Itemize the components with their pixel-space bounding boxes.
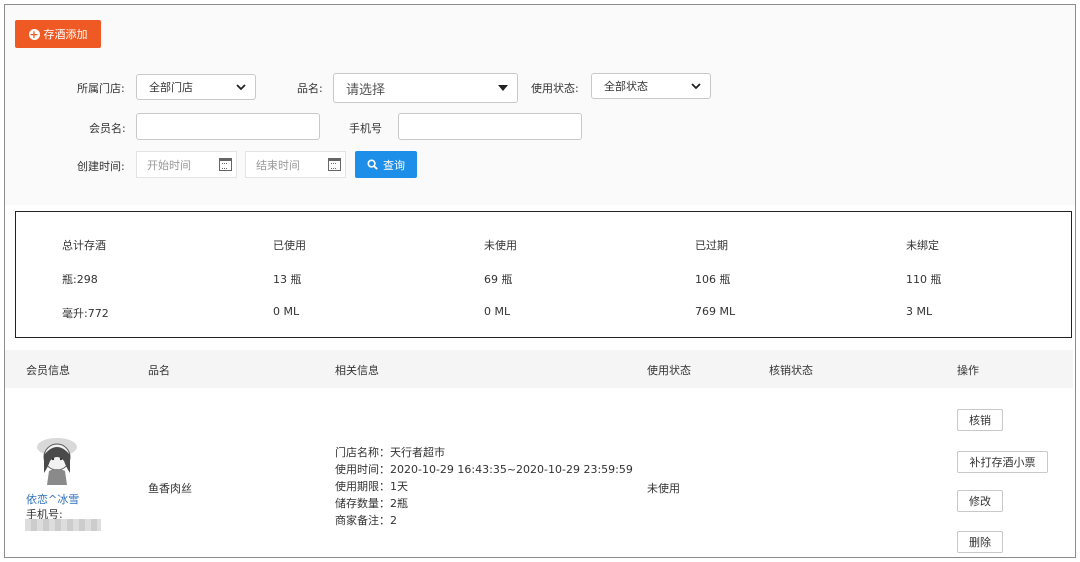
stat-bottles: 瓶:298 xyxy=(62,273,98,286)
col-related-info: 相关信息 xyxy=(335,364,379,377)
reprint-ticket-button[interactable]: 补打存酒小票 xyxy=(957,451,1048,473)
stat-bottles: 69 瓶 xyxy=(484,273,513,286)
product-name: 鱼香肉丝 xyxy=(148,482,192,495)
stat-header: 未绑定 xyxy=(906,239,939,252)
product-select[interactable]: 请选择 xyxy=(333,73,518,103)
delete-button[interactable]: 删除 xyxy=(957,531,1003,553)
store-select-value: 全部门店 xyxy=(149,81,193,94)
app-frame: + 存酒添加 所属门店: 全部门店 品名: 请选择 使用状态: 全部状态 会员名… xyxy=(4,4,1076,558)
query-button[interactable]: 查询 xyxy=(355,151,417,178)
product-label: 品名: xyxy=(297,82,323,95)
chevron-down-icon xyxy=(691,83,701,90)
col-usage-status: 使用状态 xyxy=(647,364,691,377)
phone-label: 手机号 xyxy=(349,122,382,135)
calendar-icon[interactable] xyxy=(219,158,232,171)
col-member-info: 会员信息 xyxy=(26,364,70,377)
col-product: 品名 xyxy=(148,364,170,377)
info-quantity: 储存数量：2瓶 xyxy=(335,497,408,510)
member-name-label: 会员名: xyxy=(89,122,126,135)
start-date-placeholder: 开始时间 xyxy=(147,158,191,172)
stat-ml: 0 ML xyxy=(484,305,511,318)
col-verify-status: 核销状态 xyxy=(769,364,813,377)
stat-header: 未使用 xyxy=(484,239,517,252)
table-row: 依恋^冰雪 手机号: 鱼香肉丝 门店名称：天行者超市 使用时间：2020-10-… xyxy=(5,388,1073,557)
stat-bottles: 13 瓶 xyxy=(273,273,302,286)
search-icon xyxy=(367,159,378,170)
product-select-placeholder: 请选择 xyxy=(346,82,386,98)
verify-button[interactable]: 核销 xyxy=(957,409,1003,431)
stat-bottles: 110 瓶 xyxy=(906,273,942,286)
filter-panel: + 存酒添加 所属门店: 全部门店 品名: 请选择 使用状态: 全部状态 会员名… xyxy=(5,5,1075,205)
col-actions: 操作 xyxy=(957,364,979,377)
start-date-input[interactable]: 开始时间 xyxy=(136,151,237,178)
stat-header: 已过期 xyxy=(695,239,728,252)
info-remark: 商家备注：2 xyxy=(335,514,397,527)
avatar xyxy=(31,433,83,485)
stat-bottles: 106 瓶 xyxy=(695,273,731,286)
status-label: 使用状态: xyxy=(531,82,579,95)
status-select[interactable]: 全部状态 xyxy=(591,73,711,99)
plus-circle-icon: + xyxy=(28,27,40,41)
stat-ml: 3 ML xyxy=(906,305,933,318)
stat-ml: 769 ML xyxy=(695,305,736,318)
edit-button[interactable]: 修改 xyxy=(957,490,1003,512)
member-phone-blurred xyxy=(25,519,101,531)
table-header: 会员信息 品名 相关信息 使用状态 核销状态 操作 xyxy=(5,350,1073,388)
stat-header: 已使用 xyxy=(273,239,306,252)
info-period: 使用期限：1天 xyxy=(335,480,408,493)
end-date-placeholder: 结束时间 xyxy=(256,158,300,172)
usage-status: 未使用 xyxy=(647,482,680,495)
status-select-value: 全部状态 xyxy=(604,80,648,93)
member-name-link[interactable]: 依恋^冰雪 xyxy=(26,491,79,507)
info-use-time: 使用时间：2020-10-29 16:43:35~2020-10-29 23:5… xyxy=(335,463,633,476)
chevron-down-icon xyxy=(236,84,246,91)
store-select[interactable]: 全部门店 xyxy=(136,74,256,100)
stats-summary: 总计存酒 已使用 未使用 已过期 未绑定 瓶:298 13 瓶 69 瓶 106… xyxy=(15,211,1072,338)
end-date-input[interactable]: 结束时间 xyxy=(245,151,346,178)
stat-ml: 0 ML xyxy=(273,305,300,318)
stat-header: 总计存酒 xyxy=(62,239,106,252)
created-time-label: 创建时间: xyxy=(77,160,125,173)
query-label: 查询 xyxy=(383,158,405,172)
stat-ml: 毫升:772 xyxy=(62,307,109,320)
calendar-icon[interactable] xyxy=(328,158,341,171)
add-storage-button[interactable]: + 存酒添加 xyxy=(15,20,101,48)
info-store: 门店名称：天行者超市 xyxy=(335,446,445,459)
phone-input[interactable] xyxy=(398,113,582,140)
member-name-input[interactable] xyxy=(136,113,320,140)
add-storage-label: 存酒添加 xyxy=(43,28,88,41)
store-label: 所属门店: xyxy=(77,82,125,95)
caret-down-icon xyxy=(498,85,508,91)
